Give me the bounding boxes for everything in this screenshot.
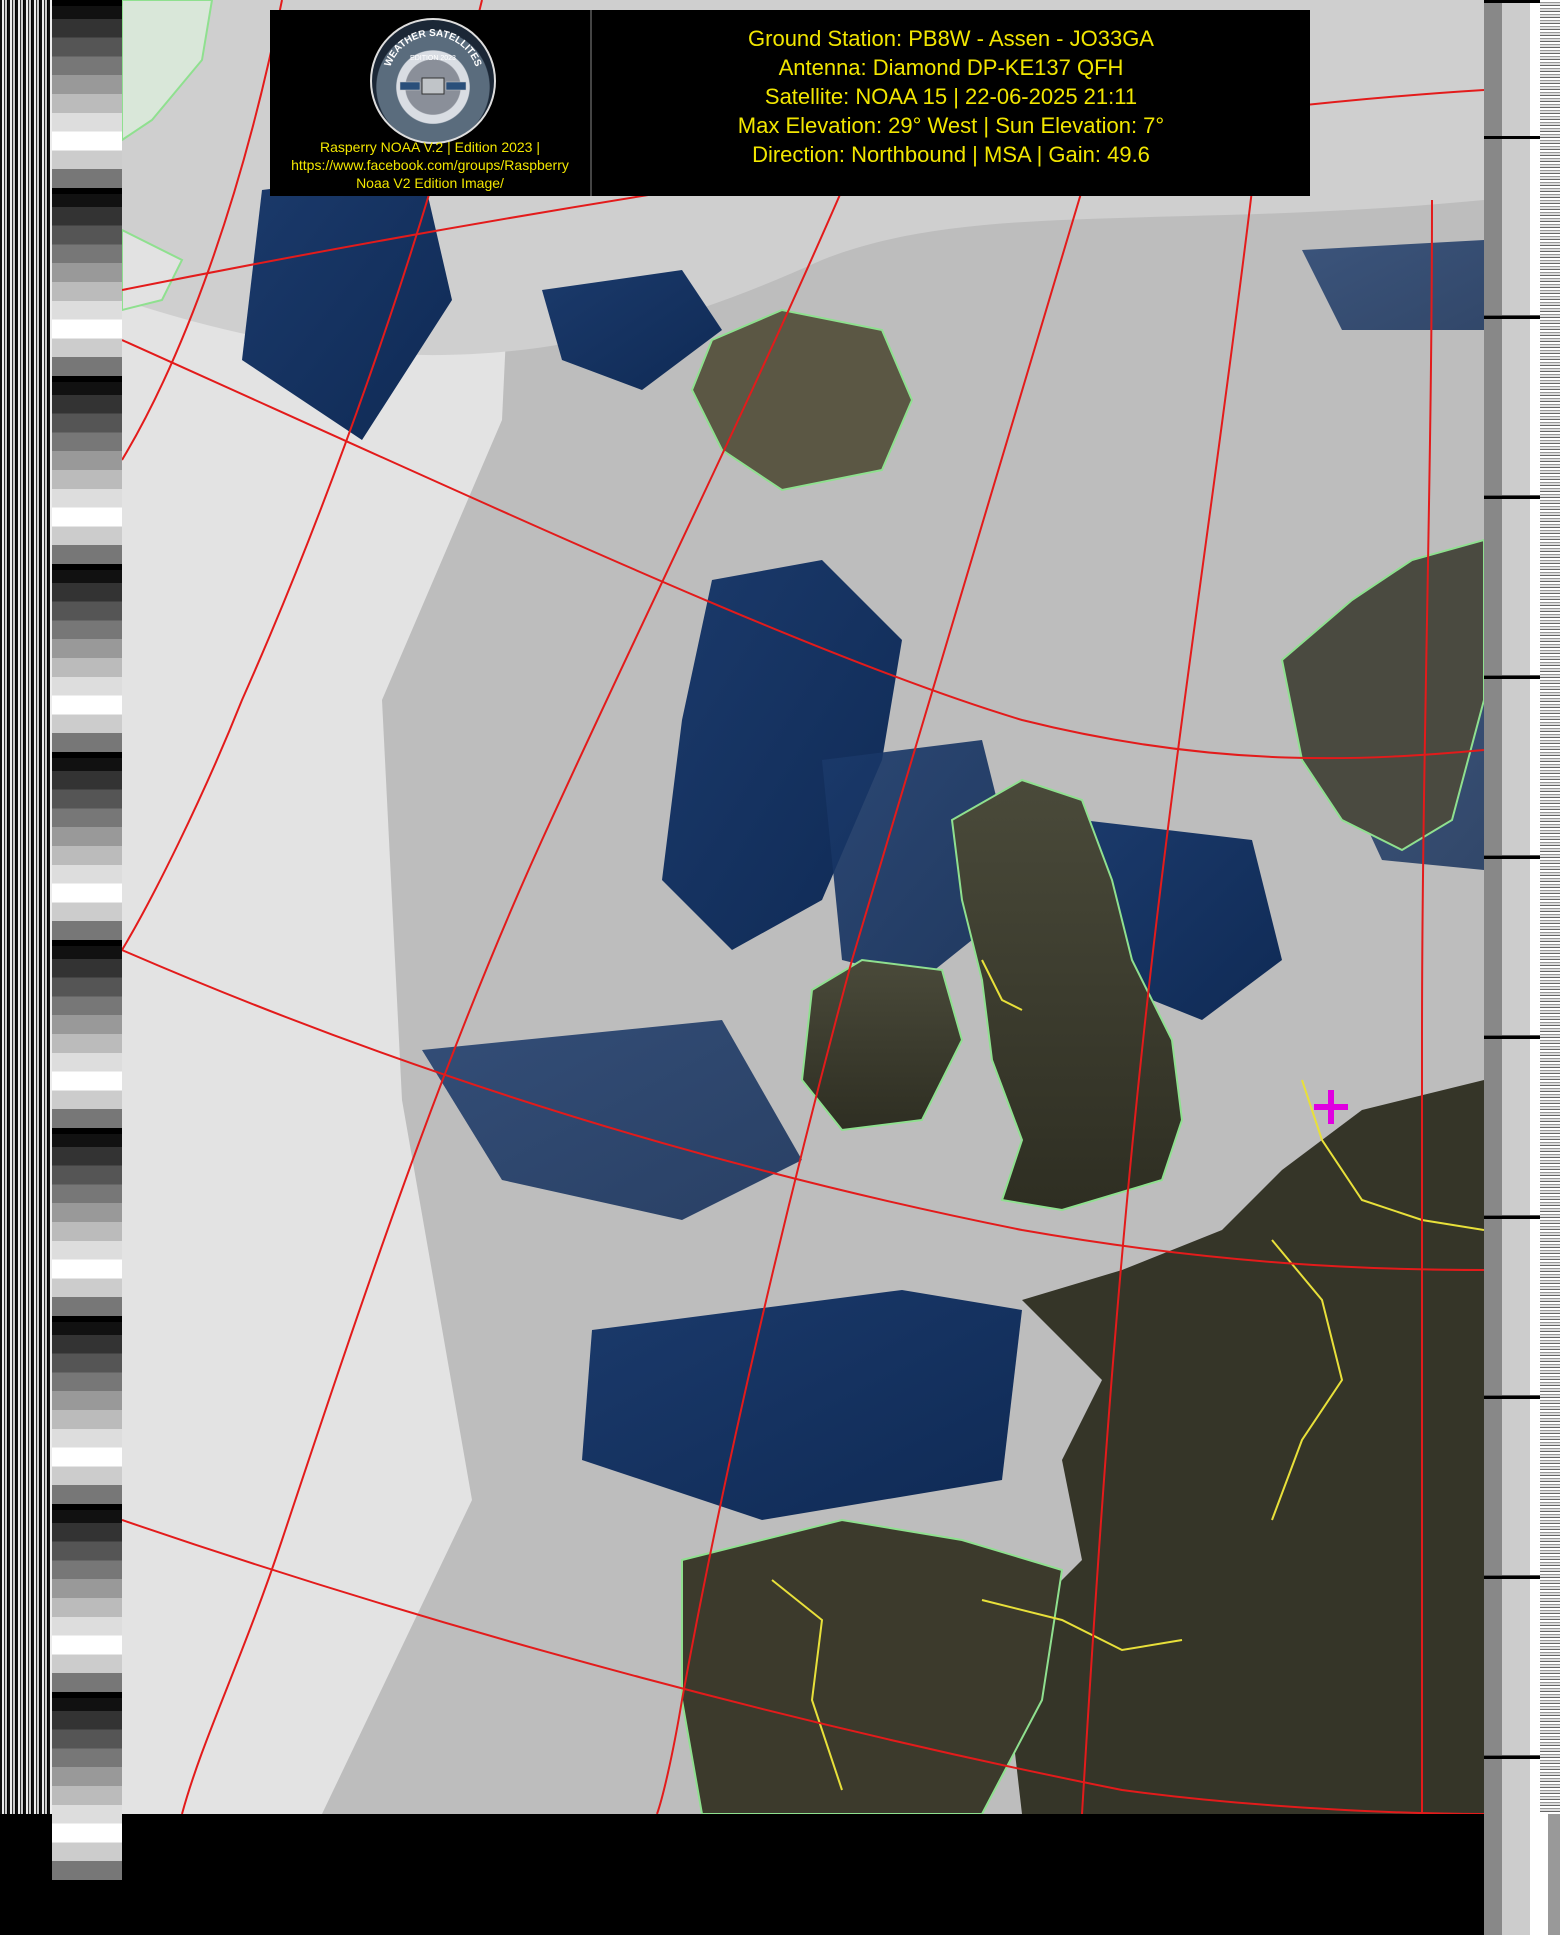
logo-panel: WEATHER SATELLITES EDITION 2023 Rasperry… <box>270 10 592 196</box>
logo-text: WEATHER SATELLITES <box>383 28 484 69</box>
logo-edition: EDITION 2023 <box>410 55 456 62</box>
antenna-line: Antenna: Diamond DP-KE137 QFH <box>778 55 1124 80</box>
caption-line-2: https://www.facebook.com/groups/Raspberr… <box>291 157 569 173</box>
calibration-wedge-left <box>52 0 122 1880</box>
elevation-line: Max Elevation: 29° West | Sun Elevation:… <box>737 113 1165 138</box>
pass-info: Ground Station: PB8W - Assen - JO33GA An… <box>592 24 1310 169</box>
ground-station-line: Ground Station: PB8W - Assen - JO33GA <box>748 26 1154 51</box>
svg-text:WEATHER SATELLITES: WEATHER SATELLITES <box>383 28 484 69</box>
sync-strip-left <box>0 0 52 1814</box>
map-image <box>122 0 1484 1814</box>
caption-line-3: Noaa V2 Edition Image/ <box>356 175 504 191</box>
weather-satellites-logo: WEATHER SATELLITES EDITION 2023 <box>370 18 496 144</box>
image-header: WEATHER SATELLITES EDITION 2023 Rasperry… <box>270 10 1310 196</box>
direction-line: Direction: Northbound | MSA | Gain: 49.6 <box>752 142 1150 167</box>
satellite-image: WEATHER SATELLITES EDITION 2023 Rasperry… <box>0 0 1560 1935</box>
caption-line-1: Rasperry NOAA V.2 | Edition 2023 | <box>320 139 540 155</box>
satellite-line: Satellite: NOAA 15 | 22-06-2025 21:11 <box>764 84 1138 109</box>
sync-strip-right <box>1540 0 1560 1814</box>
